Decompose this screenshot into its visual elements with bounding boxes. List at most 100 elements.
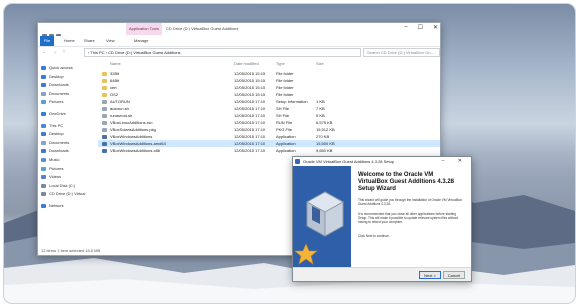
file-row[interactable]: VBoxWindowsAdditions 12/05/2015 17:10 Appl… [98,133,440,140]
close-button[interactable]: ✕ [433,24,438,31]
dialog-title: Oracle VM VirtualBox Guest Additions 4.3… [303,159,395,164]
file-row[interactable]: 64Bit 12/05/2015 15:15 File folder [98,77,440,84]
file-date: 12/05/2015 17:10 [234,134,266,139]
file-type: File folder [276,92,294,97]
vbox-app-icon [102,148,107,153]
document-icon [41,91,46,96]
next-button[interactable]: Next > [419,271,441,279]
file-size: 7 KB [316,106,325,111]
sidebar-item-label: Videos [49,174,62,180]
screenshot-frame: Application Tools CD Drive (D:) VirtualB… [3,3,576,304]
maximize-button[interactable]: ☐ [418,24,423,31]
minimize-button[interactable]: – [404,24,407,31]
sidebar-item-label: Pictures [49,165,64,171]
wizard-banner [293,166,351,268]
sidebar-item[interactable]: Downloads [40,147,96,156]
sidebar-item[interactable]: Downloads [40,81,96,90]
file-size: 1 KB [316,99,325,104]
column-type[interactable]: Type [276,61,285,66]
tab-manage[interactable]: Manage [134,38,148,43]
sidebar-item-label: Local Disk (C:) [49,182,76,188]
tab-home[interactable]: Home [64,38,75,43]
tab-share[interactable]: Share [84,38,95,43]
file-type: PKG File [276,127,293,132]
file-type: Application [276,141,296,146]
sidebar-item[interactable]: Pictures [40,98,96,107]
file-name: VBoxWindowsAdditions-amd64 [110,141,166,146]
sidebar-item[interactable]: Documents [40,139,96,148]
wizard-recommendation-text: It is recommended that you close all oth… [358,212,459,225]
column-headers: Name Date modified Type Size [98,61,440,69]
file-name: VBoxWindowsAdditions-x86 [110,148,161,153]
application-tools-tab[interactable]: Application Tools [126,23,162,35]
file-list: 32Bit 12/05/2015 15:15 File folder 64Bit 12/… [98,70,440,154]
file-row[interactable]: cert 12/05/2015 15:15 File folder [98,84,440,91]
status-bar: 12 items 1 item selected 15.5 MB [41,248,101,253]
desktop-icon [41,132,46,137]
file-date: 12/05/2015 17:10 [234,99,266,104]
column-name[interactable]: Name [110,61,121,66]
file-name: 64Bit [110,78,120,83]
address-bar[interactable]: › This PC › CD Drive (D:) VirtualBox Gue… [84,48,361,57]
tab-view[interactable]: View [106,38,115,43]
sidebar-item[interactable]: Quick access [40,64,96,73]
drive-icon [41,183,46,188]
sidebar-item[interactable]: Documents [40,90,96,99]
file-name: autorun.sh [110,106,129,111]
file-row[interactable]: AUTORUN 12/05/2015 17:10 Setup Information… [98,98,440,105]
computer-icon [41,123,46,128]
file-name: runasroot.sh [110,113,133,118]
desktop-icon [41,74,46,79]
document-icon [41,140,46,145]
quick-access-toolbar[interactable] [42,26,76,39]
vbox-app-icon [102,141,107,146]
virtualbox-cube-icon [293,166,351,268]
file-row[interactable]: autorun.sh 12/05/2015 17:10 SH File 7 KB [98,105,440,112]
cloud-icon [41,111,46,116]
sidebar-item[interactable]: Desktop [40,130,96,139]
file-row[interactable]: VBoxLinuxAdditions.run 12/05/2015 17:10 RU… [98,119,440,126]
sidebar-item[interactable]: CD Drive (D:) Virtual [40,190,96,199]
sidebar-item[interactable]: This PC [40,122,96,131]
file-icon [102,106,107,111]
navigation-arrows-icon[interactable]: ← → ↑ [42,49,67,55]
sidebar-item-label: Network [49,202,64,208]
file-date: 12/05/2015 15:15 [234,92,266,97]
dialog-title-bar: Oracle VM VirtualBox Guest Additions 4.3… [293,157,471,166]
picture-icon [41,100,46,105]
file-row[interactable]: 32Bit 12/05/2015 15:15 File folder [98,70,440,77]
sidebar-item-label: Documents [49,139,70,145]
file-type: Application [276,148,296,153]
sidebar-item-label: Music [49,156,60,162]
sidebar-item[interactable]: Videos [40,173,96,182]
file-row[interactable]: runasroot.sh 12/05/2015 17:10 SH File 5 KB [98,112,440,119]
sidebar-item[interactable]: Network [40,202,96,211]
cancel-button[interactable]: Cancel [443,271,465,279]
column-date-modified[interactable]: Date modified [234,61,259,66]
star-icon [41,66,46,70]
download-icon [41,83,46,88]
file-row[interactable]: VBoxWindowsAdditions-x86 12/05/2015 17:10… [98,147,440,154]
tab-file[interactable]: File [40,36,54,46]
column-size[interactable]: Size [316,61,324,66]
file-row[interactable]: VBoxWindowsAdditions-amd64 12/05/2015 17:… [98,140,440,147]
wizard-heading: Welcome to the Oracle VM VirtualBox Gues… [358,172,455,192]
file-date: 12/05/2015 17:10 [234,120,266,125]
cd-drive-icon [41,192,46,197]
file-date: 12/05/2015 15:15 [234,85,266,90]
search-input[interactable]: Search CD Drive (D:) VirtualBox Gu... [363,48,440,57]
file-date: 12/05/2015 17:10 [234,141,266,146]
file-row[interactable]: OS2 12/05/2015 15:15 File folder [98,91,440,98]
dialog-window-controls[interactable]: – ✕ [442,157,468,166]
sidebar-item[interactable]: OneDrive [40,110,96,119]
wizard-footer: Next > Cancel [293,267,471,281]
wizard-continue-text: Click Next to continue. [358,234,390,238]
file-row[interactable]: VBoxSolarisAdditions.pkg 12/05/2015 17:10… [98,126,440,133]
sidebar-item[interactable]: Desktop [40,73,96,82]
file-type: File folder [276,71,294,76]
sidebar-item-label: Pictures [49,99,64,105]
sidebar-item[interactable]: Pictures [40,165,96,174]
sidebar-item[interactable]: Music [40,156,96,165]
file-size: 270 KB [316,134,330,139]
sidebar-item[interactable]: Local Disk (C:) [40,182,96,191]
